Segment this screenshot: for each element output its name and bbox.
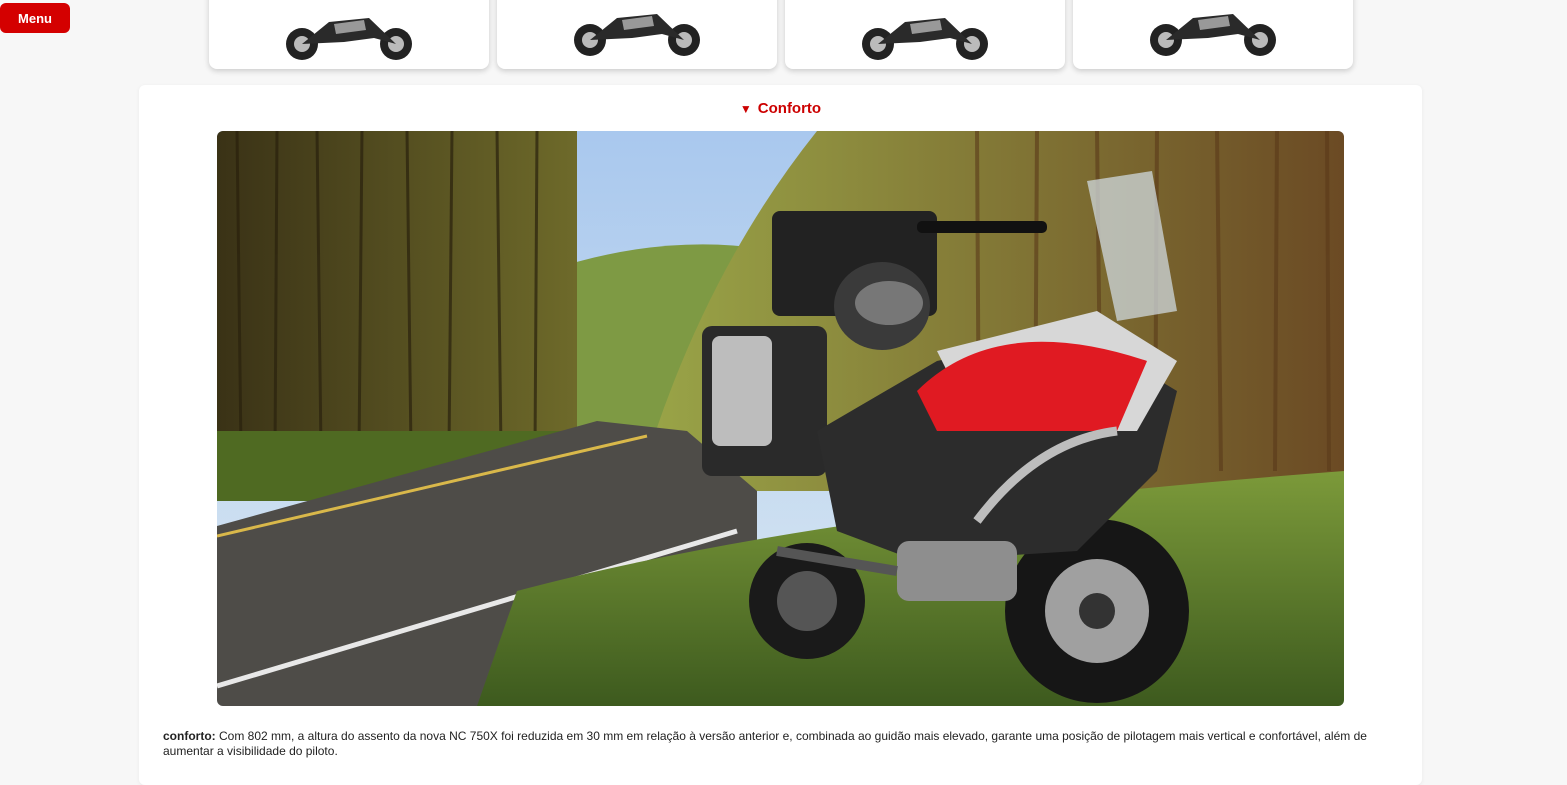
motorcycle-icon <box>286 18 412 60</box>
motorcycle-photo-icon <box>217 131 1344 706</box>
section-description: conforto: Com 802 mm, a altura do assent… <box>163 729 1403 759</box>
motorcycle-thumbnail-2[interactable] <box>497 0 777 69</box>
caret-down-icon: ▼ <box>739 102 752 116</box>
thumbnail-strip <box>209 0 1353 69</box>
hero-image <box>217 131 1344 706</box>
description-label: conforto: <box>163 729 216 743</box>
motorcycle-thumbnail-4[interactable] <box>1073 0 1353 69</box>
motorcycle-icon <box>862 18 988 60</box>
motorcycle-thumbnail-3[interactable] <box>785 0 1065 69</box>
motorcycle-icon <box>1150 14 1276 56</box>
section-toggle[interactable]: ▼ Conforto <box>139 100 1422 117</box>
motorcycle-thumbnail-1[interactable] <box>209 0 489 69</box>
section-title: Conforto <box>757 100 822 117</box>
menu-button[interactable]: Menu <box>0 3 70 33</box>
feature-card: ▼ Conforto conforto: Com 802 mm, a altur… <box>139 85 1422 785</box>
description-text: Com 802 mm, a altura do assento da nova … <box>163 729 1367 758</box>
motorcycle-icon <box>574 14 700 56</box>
